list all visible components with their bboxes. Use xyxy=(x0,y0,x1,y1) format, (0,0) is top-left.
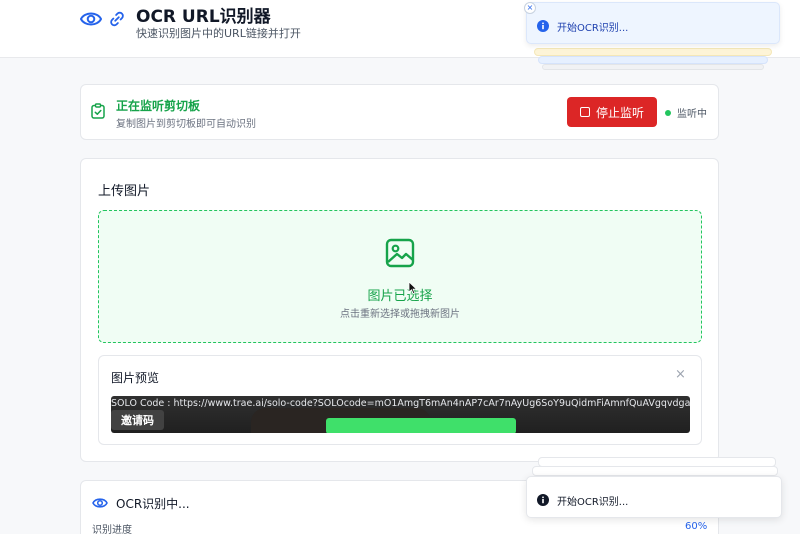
stop-monitoring-button[interactable]: 停止监听 xyxy=(567,97,657,127)
progress-title: OCR识别中... xyxy=(116,497,190,511)
link-icon xyxy=(110,11,124,27)
monitor-status: 监听中 xyxy=(677,109,707,120)
toast-ghost xyxy=(542,64,764,70)
toast-message: 开始OCR识别... xyxy=(557,497,629,508)
eye-icon xyxy=(80,12,102,26)
stop-monitoring-label: 停止监听 xyxy=(595,105,644,120)
image-icon xyxy=(385,238,415,268)
toast-close-button[interactable]: × xyxy=(524,2,536,14)
upload-card: 上传图片 图片已选择 点击重新选择或拖拽新图片 图片预览 × SOLO Code… xyxy=(80,158,719,462)
image-dropzone[interactable]: 图片已选择 点击重新选择或拖拽新图片 xyxy=(98,210,702,343)
dropzone-title: 图片已选择 xyxy=(367,289,433,304)
toast-ghost xyxy=(534,48,772,56)
toast-ghost xyxy=(538,56,768,64)
dropzone-subtitle: 点击重新选择或拖拽新图片 xyxy=(340,309,460,320)
mouse-cursor-icon xyxy=(408,281,418,295)
eye-icon xyxy=(92,498,108,508)
close-preview-button[interactable]: × xyxy=(675,367,686,382)
preview-image: SOLO Code : https://www.trae.ai/solo-cod… xyxy=(111,396,690,433)
info-toast: 开始OCR识别... × xyxy=(524,2,780,44)
info-icon xyxy=(537,494,549,506)
clipboard-monitor-card: 正在监听剪切板 复制图片到剪切板即可自动识别 停止监听 监听中 xyxy=(80,84,719,140)
preview-image-badge: 邀请码 xyxy=(111,410,164,430)
clipboard-check-icon xyxy=(91,103,105,119)
info-icon xyxy=(537,20,549,32)
progress-value: 60% xyxy=(685,521,708,532)
toast-ghost xyxy=(532,466,778,476)
preview-title: 图片预览 xyxy=(111,371,160,385)
upload-title: 上传图片 xyxy=(98,184,151,199)
image-green-shape xyxy=(326,418,516,433)
image-preview-panel: 图片预览 × SOLO Code : https://www.trae.ai/s… xyxy=(98,355,702,445)
monitor-title: 正在监听剪切板 xyxy=(116,99,201,113)
toast-message: 开始OCR识别... xyxy=(557,23,629,34)
status-dot xyxy=(665,110,671,116)
page-title: OCR URL识别器 xyxy=(136,7,271,27)
stop-icon xyxy=(579,107,590,117)
monitor-subtitle: 复制图片到剪切板即可自动识别 xyxy=(116,119,256,130)
page-subtitle: 快速识别图片中的URL链接并打开 xyxy=(136,27,301,40)
preview-image-text: SOLO Code : https://www.trae.ai/solo-cod… xyxy=(111,398,690,409)
info-toast: 开始OCR识别... xyxy=(526,476,782,518)
progress-label: 识别进度 xyxy=(92,525,132,534)
